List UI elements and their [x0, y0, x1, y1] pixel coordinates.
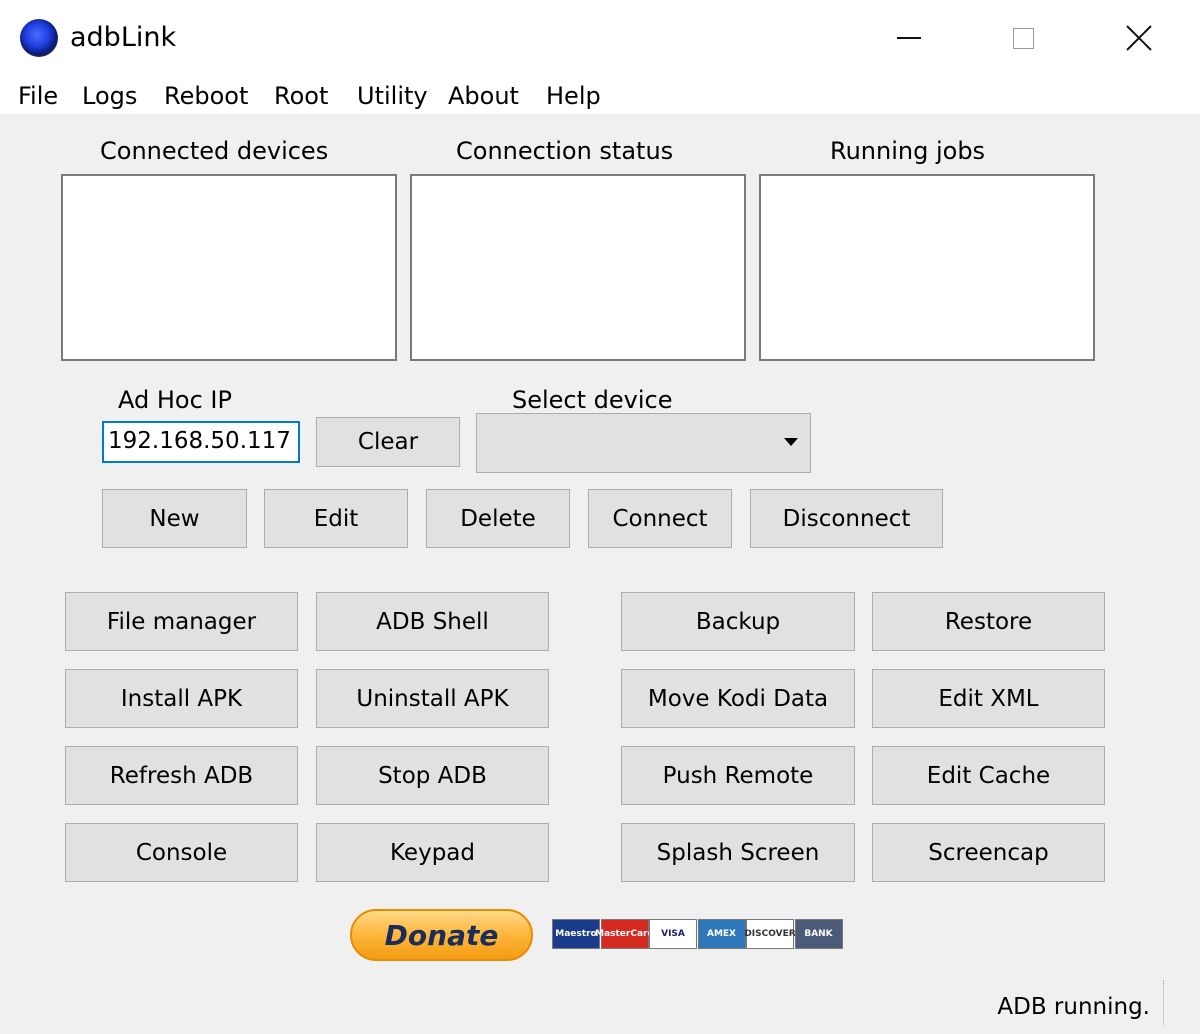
menu-file[interactable]: File: [18, 81, 58, 111]
adhoc-ip-input[interactable]: 192.168.50.117: [102, 421, 300, 463]
edit-xml-button[interactable]: Edit XML: [872, 669, 1105, 728]
running-jobs-label: Running jobs: [830, 137, 986, 165]
window-title: adbLink: [70, 22, 177, 53]
discover-card-icon: DISCOVER: [744, 919, 796, 949]
new-device-button[interactable]: New: [102, 489, 247, 548]
restore-button[interactable]: Restore: [872, 592, 1105, 651]
visa-card-icon: VISA: [649, 919, 697, 949]
minimize-icon: [896, 37, 921, 39]
delete-device-button[interactable]: Delete: [426, 489, 570, 548]
adhoc-ip-label: Ad Hoc IP: [118, 386, 232, 414]
select-device-dropdown[interactable]: [476, 413, 811, 473]
maximize-icon: [1013, 27, 1034, 49]
connection-status-label: Connection status: [456, 137, 674, 165]
select-device-label: Select device: [512, 386, 673, 414]
menu-root[interactable]: Root: [274, 81, 328, 111]
splash-screen-button[interactable]: Splash Screen: [621, 823, 855, 882]
menu-about[interactable]: About: [448, 81, 519, 111]
menu-reboot[interactable]: Reboot: [164, 81, 248, 111]
keypad-button[interactable]: Keypad: [316, 823, 549, 882]
disconnect-button[interactable]: Disconnect: [750, 489, 943, 548]
menu-utility[interactable]: Utility: [357, 81, 428, 111]
menu-help[interactable]: Help: [546, 81, 601, 111]
mastercard-icon: MasterCard: [595, 919, 654, 949]
push-remote-button[interactable]: Push Remote: [621, 746, 855, 805]
refresh-adb-button[interactable]: Refresh ADB: [65, 746, 298, 805]
edit-device-button[interactable]: Edit: [264, 489, 408, 548]
menu-logs[interactable]: Logs: [82, 81, 137, 111]
bank-card-icon: BANK: [794, 919, 843, 949]
minimize-button[interactable]: [851, 0, 966, 76]
running-jobs-list[interactable]: [759, 174, 1095, 361]
backup-button[interactable]: Backup: [621, 592, 855, 651]
edit-cache-button[interactable]: Edit Cache: [872, 746, 1105, 805]
close-button[interactable]: [1081, 0, 1196, 76]
console-button[interactable]: Console: [65, 823, 298, 882]
clear-button[interactable]: Clear: [316, 417, 460, 467]
connection-status-list[interactable]: [410, 174, 746, 361]
donate-button[interactable]: Donate: [350, 909, 533, 961]
file-manager-button[interactable]: File manager: [65, 592, 298, 651]
amex-card-icon: AMEX: [697, 919, 746, 949]
move-kodi-data-button[interactable]: Move Kodi Data: [621, 669, 855, 728]
close-icon: [1125, 25, 1152, 51]
maximize-button[interactable]: [966, 0, 1081, 76]
uninstall-apk-button[interactable]: Uninstall APK: [316, 669, 549, 728]
connect-button[interactable]: Connect: [588, 489, 732, 548]
connected-devices-label: Connected devices: [100, 137, 329, 165]
install-apk-button[interactable]: Install APK: [65, 669, 298, 728]
chevron-down-icon: [784, 438, 798, 446]
resize-grip-icon[interactable]: [1163, 980, 1194, 1026]
maestro-card-icon: Maestro: [552, 919, 600, 949]
status-text: ADB running.: [997, 994, 1150, 1020]
adb-shell-button[interactable]: ADB Shell: [316, 592, 549, 651]
app-logo-icon: [20, 19, 58, 57]
connected-devices-list[interactable]: [61, 174, 397, 361]
stop-adb-button[interactable]: Stop ADB: [316, 746, 549, 805]
menu-bar: File Logs Reboot Root Utility About Help: [0, 76, 1200, 114]
screencap-button[interactable]: Screencap: [872, 823, 1105, 882]
